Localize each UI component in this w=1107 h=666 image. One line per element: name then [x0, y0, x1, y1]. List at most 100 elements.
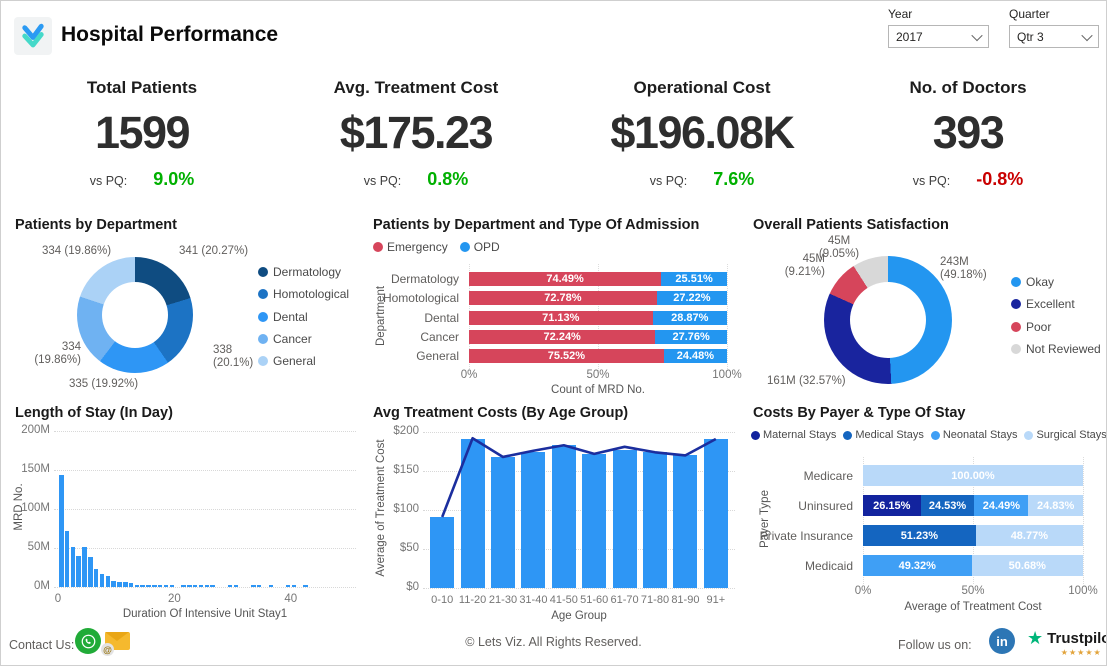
bar-segment[interactable]: 25.51%: [661, 272, 727, 286]
legend-item[interactable]: Poor: [1011, 320, 1051, 334]
legend-item[interactable]: Medical Stays: [843, 429, 923, 441]
trustpilot-wordmark: Trustpilot: [1047, 630, 1107, 647]
donut-chart[interactable]: [77, 257, 193, 373]
histogram-bar[interactable]: [181, 585, 186, 587]
stacked-bar[interactable]: 71.13%28.87%: [469, 311, 727, 325]
legend-item[interactable]: General: [258, 354, 316, 368]
bar-segment[interactable]: 27.76%: [655, 330, 727, 344]
trustpilot-logo[interactable]: ★ Trustpilot ★★★★★: [1027, 629, 1107, 657]
bar-segment[interactable]: 48.77%: [976, 525, 1083, 546]
kpi-delta: -0.8%: [976, 169, 1023, 190]
column-bar[interactable]: [613, 450, 637, 588]
bar-segment[interactable]: 28.87%: [653, 311, 727, 325]
axis-tick: 50%: [953, 585, 993, 597]
histogram-bar[interactable]: [303, 585, 308, 587]
histogram-bar[interactable]: [234, 585, 239, 587]
bar-segment[interactable]: 24.49%: [974, 495, 1028, 516]
histogram-bar[interactable]: [111, 581, 116, 587]
legend-item[interactable]: Not Reviewed: [1011, 342, 1101, 356]
bar-segment[interactable]: 24.53%: [921, 495, 975, 516]
histogram-bar[interactable]: [187, 585, 192, 587]
histogram-bar[interactable]: [199, 585, 204, 587]
linkedin-icon[interactable]: in: [989, 628, 1015, 654]
legend-item[interactable]: Dermatology: [258, 265, 341, 279]
column-bar[interactable]: [704, 439, 728, 588]
histogram-bar[interactable]: [170, 585, 175, 587]
histogram-bar[interactable]: [59, 475, 64, 587]
histogram-bar[interactable]: [292, 585, 297, 587]
stacked-bar[interactable]: 26.15%24.53%24.49%24.83%: [863, 495, 1083, 516]
legend-item[interactable]: Neonatal Stays: [931, 429, 1018, 441]
year-dropdown[interactable]: 2017: [888, 25, 989, 48]
bar-segment[interactable]: 72.78%: [469, 291, 657, 305]
histogram-bar[interactable]: [135, 585, 140, 587]
stacked-bar[interactable]: 72.24%27.76%: [469, 330, 727, 344]
column-bar[interactable]: [552, 445, 576, 588]
bar-segment[interactable]: 26.15%: [863, 495, 921, 516]
histogram-bar[interactable]: [146, 585, 151, 587]
histogram-bar[interactable]: [152, 585, 157, 587]
stacked-bar[interactable]: 72.78%27.22%: [469, 291, 727, 305]
column-bar[interactable]: [673, 455, 697, 588]
bar-segment[interactable]: 71.13%: [469, 311, 653, 325]
legend-item[interactable]: Dental: [258, 310, 308, 324]
histogram-bar[interactable]: [117, 582, 122, 587]
histogram-bar[interactable]: [76, 556, 81, 587]
legend-item[interactable]: Surgical Stays: [1024, 429, 1106, 441]
stacked-bar[interactable]: 49.32%50.68%: [863, 555, 1083, 576]
histogram-bar[interactable]: [140, 585, 145, 587]
histogram-bar[interactable]: [158, 585, 163, 587]
histogram-bar[interactable]: [94, 569, 99, 587]
histogram-bar[interactable]: [129, 583, 134, 587]
histogram-bar[interactable]: [71, 547, 76, 587]
legend-dot: [1011, 344, 1021, 354]
bar-segment[interactable]: 100.00%: [863, 465, 1083, 486]
histogram-bar[interactable]: [123, 582, 128, 587]
bar-segment[interactable]: 24.83%: [1028, 495, 1083, 516]
bar-segment[interactable]: 72.24%: [469, 330, 655, 344]
kpi-title: Operational Cost: [562, 75, 842, 101]
x-axis-title: Average of Treatment Cost: [863, 601, 1083, 613]
legend-item[interactable]: Okay: [1011, 275, 1054, 289]
column-bar[interactable]: [521, 452, 545, 588]
histogram-bar[interactable]: [269, 585, 274, 587]
legend-item[interactable]: OPD: [460, 240, 500, 254]
bar-segment[interactable]: 24.48%: [664, 349, 727, 363]
histogram-bar[interactable]: [210, 585, 215, 587]
column-bar[interactable]: [430, 517, 454, 588]
legend-item[interactable]: Cancer: [258, 332, 312, 346]
bar-segment[interactable]: 49.32%: [863, 555, 972, 576]
histogram-bar[interactable]: [228, 585, 233, 587]
year-filter: Year 2017: [888, 7, 989, 48]
bar-segment[interactable]: 50.68%: [972, 555, 1083, 576]
histogram-bar[interactable]: [193, 585, 198, 587]
stacked-bar[interactable]: 51.23%48.77%: [863, 525, 1083, 546]
legend-dot: [258, 312, 268, 322]
data-label: 161M (32.57%): [767, 375, 846, 388]
histogram-bar[interactable]: [164, 585, 169, 587]
stacked-bar[interactable]: 74.49%25.51%: [469, 272, 727, 286]
column-bar[interactable]: [643, 452, 667, 588]
bar-segment[interactable]: 51.23%: [863, 525, 976, 546]
legend-item[interactable]: Excellent: [1011, 297, 1075, 311]
stacked-bar[interactable]: 100.00%: [863, 465, 1083, 486]
histogram-bar[interactable]: [65, 531, 70, 587]
column-bar[interactable]: [461, 439, 485, 588]
histogram-bar[interactable]: [257, 585, 262, 587]
legend-item[interactable]: Homotological: [258, 287, 349, 301]
column-bar[interactable]: [582, 454, 606, 588]
donut-chart[interactable]: [824, 256, 952, 384]
stacked-bar[interactable]: 75.52%24.48%: [469, 349, 727, 363]
bar-segment[interactable]: 75.52%: [469, 349, 664, 363]
histogram-bar[interactable]: [205, 585, 210, 587]
bar-segment[interactable]: 74.49%: [469, 272, 661, 286]
histogram-bar[interactable]: [100, 574, 105, 587]
column-bar[interactable]: [491, 457, 515, 588]
histogram-bar[interactable]: [88, 557, 93, 587]
histogram-bar[interactable]: [106, 576, 111, 587]
histogram-bar[interactable]: [82, 547, 87, 587]
bar-segment[interactable]: 27.22%: [657, 291, 727, 305]
quarter-dropdown[interactable]: Qtr 3: [1009, 25, 1099, 48]
histogram-bar[interactable]: [251, 585, 256, 587]
histogram-bar[interactable]: [286, 585, 291, 587]
